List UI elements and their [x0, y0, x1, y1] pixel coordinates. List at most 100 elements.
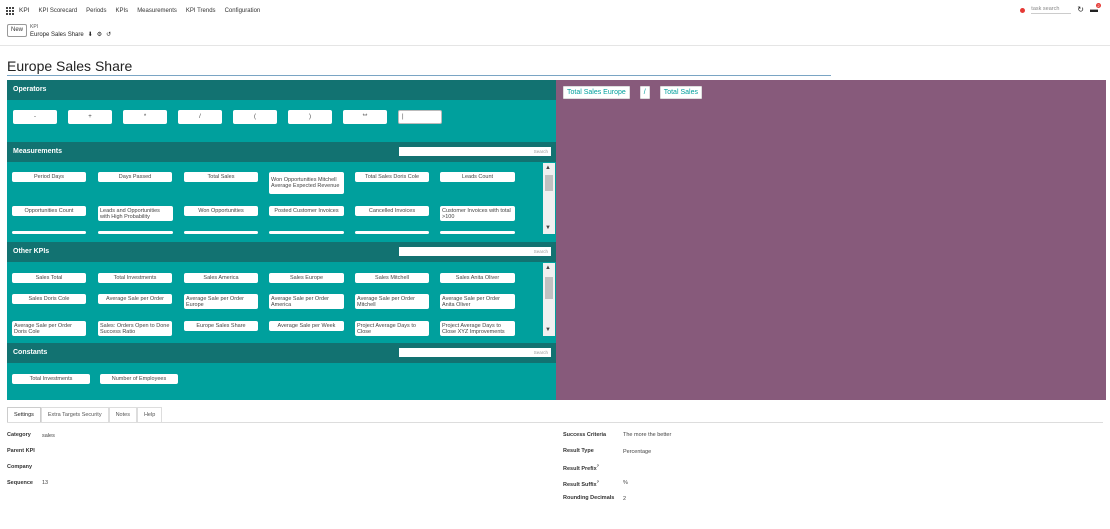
menu-kpi-scorecard[interactable]: KPI Scorecard — [38, 8, 77, 14]
help-tooltip-icon[interactable]: ? — [597, 479, 599, 484]
task-search-input[interactable]: task search — [1031, 6, 1072, 14]
measurement-leads-count[interactable]: Leads Count — [440, 172, 515, 182]
gear-icon[interactable]: ⚙ — [97, 31, 102, 38]
breadcrumb-current: Europe Sales Share — [30, 31, 84, 38]
scroll-up-icon[interactable]: ▲ — [545, 165, 551, 171]
success-criteria-label: Success Criteria — [563, 432, 607, 438]
measurement-customer-invoices-100[interactable]: Customer Invoices with total >100 — [440, 206, 515, 221]
new-button[interactable]: New — [7, 24, 27, 37]
measurement-period-days[interactable]: Period Days — [12, 172, 86, 182]
formula-expression: Total Sales Europe / Total Sales — [563, 86, 702, 99]
operators-header: Operators — [7, 80, 556, 100]
kpi-form-app: { "topbar":{"app":"KPI","menus":["KPI Sc… — [0, 0, 1110, 529]
kpi-project-average-days[interactable]: Project Average Days to Close — [355, 321, 429, 336]
other-kpis-scrollbar[interactable]: ▲ ▼ — [543, 263, 555, 336]
kpi-average-sale-america[interactable]: Average Sale per Order America — [269, 294, 344, 309]
constants-header: Constants Search — [7, 343, 556, 363]
operator-multiply[interactable]: * — [123, 110, 167, 124]
measurement-row-partial — [98, 231, 173, 234]
chat-icon[interactable]: ▬ 2 — [1090, 3, 1101, 14]
operator-plus[interactable]: + — [68, 110, 112, 124]
menu-periods[interactable]: Periods — [86, 8, 106, 14]
measurement-leads-high-probability[interactable]: Leads and Opportunities with High Probab… — [98, 206, 173, 221]
operators-title: Operators — [13, 86, 47, 93]
tab-help[interactable]: Help — [136, 407, 163, 423]
scroll-up-icon[interactable]: ▲ — [545, 265, 551, 271]
menu-kpi-trends[interactable]: KPI Trends — [186, 8, 216, 14]
app-name[interactable]: KPI — [19, 7, 29, 14]
kpi-sales-america[interactable]: Sales America — [184, 273, 258, 283]
help-tooltip-icon[interactable]: ? — [597, 463, 599, 468]
kpi-average-sale-europe[interactable]: Average Sale per Order Europe — [184, 294, 258, 309]
kpi-average-sale-per-order[interactable]: Average Sale per Order — [98, 294, 172, 304]
breadcrumb: Europe Sales Share ⬇ ⚙ ↺ — [30, 31, 111, 39]
kpi-average-sale-doris-cole[interactable]: Average Sale per Order Doris Cole — [12, 321, 86, 336]
measurement-total-sales[interactable]: Total Sales — [184, 172, 258, 182]
kpi-europe-sales-share[interactable]: Europe Sales Share — [184, 321, 258, 331]
operator-divide[interactable]: / — [178, 110, 222, 124]
pin-icon[interactable]: ⬇ — [88, 31, 93, 38]
result-type-label: Result Type — [563, 448, 594, 454]
kpi-total-investments[interactable]: Total Investments — [98, 273, 172, 283]
scroll-thumb[interactable] — [545, 277, 553, 299]
kpi-average-sale-anita-oliver[interactable]: Average Sale per Order Anita Oliver — [440, 294, 515, 309]
measurement-posted-customer-invoices[interactable]: Posted Customer Invoices — [269, 206, 344, 216]
rounding-decimals-label: Rounding Decimals — [563, 495, 615, 501]
scroll-down-icon[interactable]: ▼ — [545, 225, 551, 231]
measurements-scrollbar[interactable]: ▲ ▼ — [543, 163, 555, 234]
rounding-decimals-field[interactable]: 2 — [623, 496, 626, 502]
operator-power[interactable]: ** — [343, 110, 387, 124]
result-prefix-label-text: Result Prefix — [563, 465, 597, 472]
kpi-orders-success-ratio[interactable]: Sales: Orders Open to Done Success Ratio — [98, 321, 172, 336]
category-field[interactable]: sales — [42, 433, 55, 439]
measurement-total-sales-doris-cole[interactable]: Total Sales Doris Cole — [355, 172, 429, 182]
measurement-won-opportunities[interactable]: Won Opportunities — [184, 206, 258, 216]
measurement-opportunities-count[interactable]: Opportunities Count — [12, 206, 86, 216]
constants-search-input[interactable]: Search — [399, 348, 551, 357]
tab-settings[interactable]: Settings — [7, 407, 41, 423]
measurement-days-passed[interactable]: Days Passed — [98, 172, 172, 182]
constant-total-investments[interactable]: Total Investments — [12, 374, 90, 384]
operator-input[interactable]: | — [398, 110, 442, 124]
discard-icon[interactable]: ↺ — [106, 31, 111, 38]
other-kpis-search-input[interactable]: Search — [399, 247, 551, 256]
activity-refresh-icon[interactable]: ↻ — [1077, 6, 1084, 14]
kpi-sales-total[interactable]: Sales Total — [12, 273, 86, 283]
measurement-won-opportunities-mitchell[interactable]: Won Opportunities Mitchell Average Expec… — [269, 172, 344, 194]
operator-close-paren[interactable]: ) — [288, 110, 332, 124]
sequence-label: Sequence — [7, 480, 33, 486]
formula-builder-panel: Operators - + * / ( ) ** | Measurements S… — [7, 80, 556, 400]
app-menu-icon[interactable] — [6, 6, 14, 15]
breadcrumb-parent[interactable]: KPI — [30, 24, 38, 30]
result-type-field[interactable]: Percentage — [623, 449, 651, 455]
control-panel: New KPI Europe Sales Share ⬇ ⚙ ↺ — [0, 21, 1110, 46]
scroll-thumb[interactable] — [545, 175, 553, 191]
record-title[interactable]: Europe Sales Share — [7, 58, 831, 76]
measurement-cancelled-invoices[interactable]: Cancelled Invoices — [355, 206, 429, 216]
kpi-average-sale-mitchell[interactable]: Average Sale per Order Mitchell — [355, 294, 429, 309]
sequence-field[interactable]: 13 — [42, 480, 48, 486]
menu-configuration[interactable]: Configuration — [225, 8, 261, 14]
kpi-project-average-days-xyz[interactable]: Project Average Days to Close XYZ Improv… — [440, 321, 515, 336]
operator-open-paren[interactable]: ( — [233, 110, 277, 124]
tab-extra-targets-security[interactable]: Extra Targets Security — [40, 407, 109, 423]
menu-kpis[interactable]: KPIs — [116, 8, 129, 14]
success-criteria-field[interactable]: The more the better — [623, 432, 671, 438]
kpi-sales-europe[interactable]: Sales Europe — [269, 273, 344, 283]
kpi-sales-anita-oliver[interactable]: Sales Anita Oliver — [440, 273, 515, 283]
expression-token-operator[interactable]: / — [639, 86, 650, 99]
menu-measurements[interactable]: Measurements — [137, 8, 177, 14]
operator-minus[interactable]: - — [13, 110, 57, 124]
constant-number-of-employees[interactable]: Number of Employees — [100, 374, 178, 384]
scroll-down-icon[interactable]: ▼ — [545, 327, 551, 333]
kpi-sales-mitchell[interactable]: Sales Mitchell — [355, 273, 429, 283]
kpi-average-sale-per-week[interactable]: Average Sale per Week — [269, 321, 344, 331]
result-suffix-field[interactable]: % — [623, 480, 628, 486]
result-prefix-label: Result Prefix? — [563, 463, 599, 472]
measurements-search-input[interactable]: Search — [399, 147, 551, 156]
expression-token-measurement[interactable]: Total Sales Europe — [563, 86, 630, 99]
kpi-sales-doris-cole[interactable]: Sales Doris Cole — [12, 294, 86, 304]
tab-notes[interactable]: Notes — [108, 407, 137, 423]
category-label: Category — [7, 432, 31, 438]
expression-token-measurement[interactable]: Total Sales — [659, 86, 702, 99]
